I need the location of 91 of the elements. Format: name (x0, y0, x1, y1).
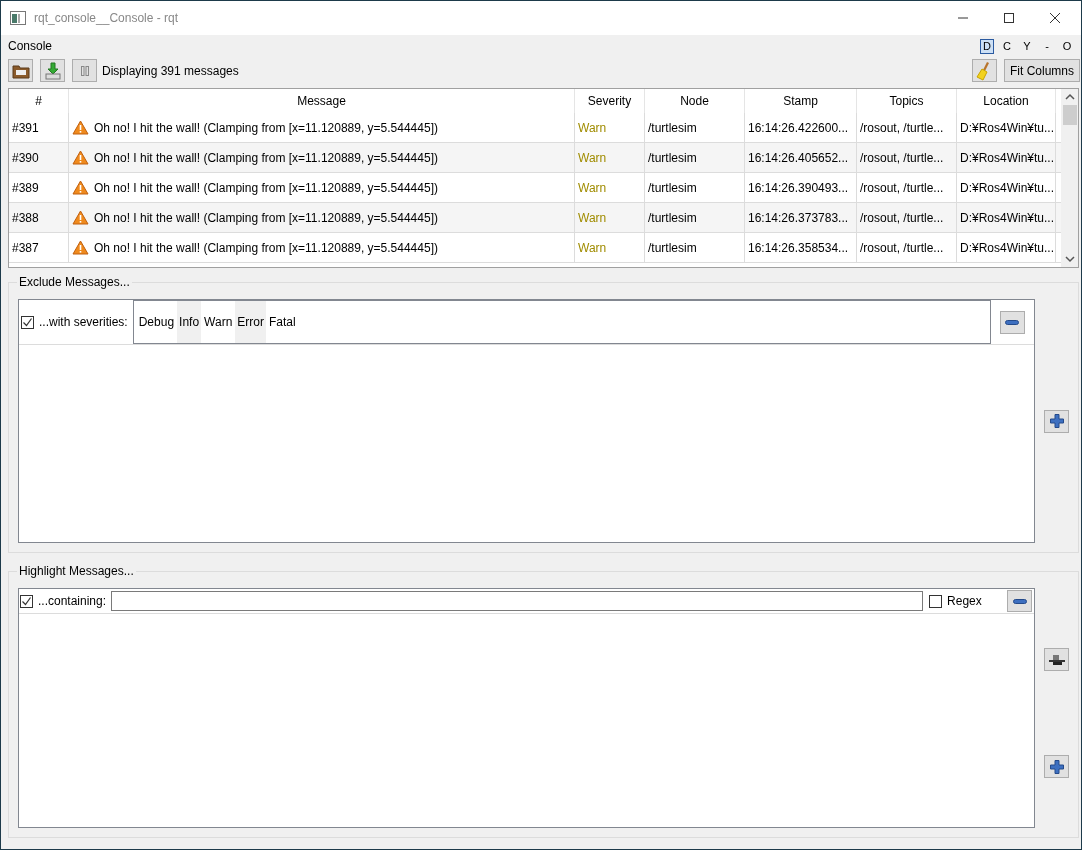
dock-title: Console (8, 39, 53, 53)
severity-item[interactable]: Debug (136, 301, 177, 343)
severity-item[interactable]: Warn (202, 301, 235, 343)
table-cell: D:¥Ros4Win¥tu... (957, 203, 1056, 232)
group-title: Exclude Messages... (17, 275, 132, 289)
table-cell: /turtlesim (645, 143, 745, 172)
remove-filter-button[interactable] (999, 310, 1025, 334)
severity-item[interactable]: Info (177, 301, 202, 343)
fit-columns-button[interactable]: Fit Columns (1004, 59, 1080, 82)
filter-checkbox[interactable] (20, 594, 33, 608)
scroll-up-icon[interactable] (1064, 93, 1075, 101)
plus-icon (1049, 759, 1064, 774)
table-cell: /turtlesim (645, 113, 745, 142)
table-cell: 16:14:26.358534... (745, 233, 857, 262)
close-icon[interactable] (1049, 12, 1061, 24)
warning-icon (72, 120, 89, 135)
table-cell: Oh no! I hit the wall! (Clamping from [x=11.120889, y=5.544445]) (94, 180, 438, 195)
table-cell: /rosout, /turtle... (857, 203, 957, 232)
pause-icon (79, 65, 90, 76)
table-cell: Warn (575, 173, 645, 202)
table-cell: 16:14:26.390493... (745, 173, 857, 202)
regex-checkbox[interactable] (929, 594, 943, 608)
warning-icon (72, 210, 89, 225)
table-cell: #390 (9, 143, 69, 172)
table-cell: Oh no! I hit the wall! (Clamping from [x=11.120889, y=5.544445]) (94, 150, 438, 165)
column-header[interactable]: Location (957, 89, 1056, 113)
severity-item[interactable]: Fatal (267, 301, 298, 343)
column-header[interactable]: Node (645, 89, 745, 113)
regex-label: Regex (947, 594, 982, 608)
window-title: rqt_console__Console - rqt (34, 11, 179, 25)
group-title: Highlight Messages... (17, 564, 136, 578)
column-header[interactable]: Severity (575, 89, 645, 113)
dock-button[interactable]: - (1040, 38, 1054, 54)
table-cell: /turtlesim (645, 173, 745, 202)
remove-filter-button[interactable] (1007, 590, 1032, 612)
table-cell: D:¥Ros4Win¥tu... (957, 143, 1056, 172)
table-cell: Warn (575, 233, 645, 262)
table-cell: #388 (9, 203, 69, 232)
column-header[interactable]: # (9, 89, 69, 113)
add-filter-button[interactable] (1044, 409, 1069, 433)
warning-icon (72, 240, 89, 255)
warning-icon (72, 180, 89, 195)
column-header[interactable]: Stamp (745, 89, 857, 113)
minus-icon (1005, 319, 1020, 325)
severity-item[interactable]: Error (235, 301, 266, 343)
table-cell: Warn (575, 113, 645, 142)
hat-icon (1047, 653, 1066, 666)
filter-checkbox[interactable] (21, 315, 34, 329)
table-cell: /rosout, /turtle... (857, 143, 957, 172)
table-cell: Oh no! I hit the wall! (Clamping from [x=11.120889, y=5.544445]) (94, 240, 438, 255)
filter-label: ...with severities: (39, 315, 128, 329)
scroll-down-icon[interactable] (1064, 255, 1075, 263)
table-cell: /rosout, /turtle... (857, 233, 957, 262)
minus-icon (1012, 598, 1027, 604)
column-header[interactable]: Message (69, 89, 575, 113)
table-cell: /turtlesim (645, 203, 745, 232)
table-cell: 16:14:26.422600... (745, 113, 857, 142)
table-cell: #391 (9, 113, 69, 142)
table-cell: /rosout, /turtle... (857, 173, 957, 202)
dock-button[interactable]: D (980, 38, 994, 54)
table-cell: Oh no! I hit the wall! (Clamping from [x=11.120889, y=5.544445]) (94, 210, 438, 225)
scrollbar-thumb[interactable] (1062, 105, 1077, 125)
filter-label: ...containing: (38, 594, 107, 608)
text-field[interactable] (111, 591, 924, 611)
table-cell: #387 (9, 233, 69, 262)
table-cell: 16:14:26.373783... (745, 203, 857, 232)
plus-icon (1049, 414, 1064, 428)
dock-button[interactable]: O (1060, 38, 1074, 54)
table-cell: /turtlesim (645, 233, 745, 262)
pause-button[interactable] (72, 59, 97, 82)
app-icon (10, 11, 26, 25)
table-cell: Warn (575, 143, 645, 172)
table-cell: D:¥Ros4Win¥tu... (957, 113, 1056, 142)
warning-icon (72, 150, 89, 165)
table-cell: D:¥Ros4Win¥tu... (957, 173, 1056, 202)
table-cell: Oh no! I hit the wall! (Clamping from [x=11.120889, y=5.544445]) (94, 120, 438, 135)
dock-button[interactable]: C (1000, 38, 1014, 54)
add-filter-button[interactable] (1044, 755, 1069, 778)
hat-button[interactable] (1044, 648, 1069, 671)
save-button[interactable] (40, 59, 65, 82)
open-folder-button[interactable] (8, 59, 33, 82)
table-cell: #389 (9, 173, 69, 202)
table-cell: Warn (575, 203, 645, 232)
dock-button[interactable]: Y (1020, 38, 1034, 54)
scrollbar[interactable] (1061, 89, 1078, 267)
column-header[interactable]: Topics (857, 89, 957, 113)
table-cell: 16:14:26.405652... (745, 143, 857, 172)
table-cell: /rosout, /turtle... (857, 113, 957, 142)
maximize-icon[interactable] (1003, 12, 1015, 24)
message-count: Displaying 391 messages (102, 63, 239, 78)
table-cell: D:¥Ros4Win¥tu... (957, 233, 1056, 262)
